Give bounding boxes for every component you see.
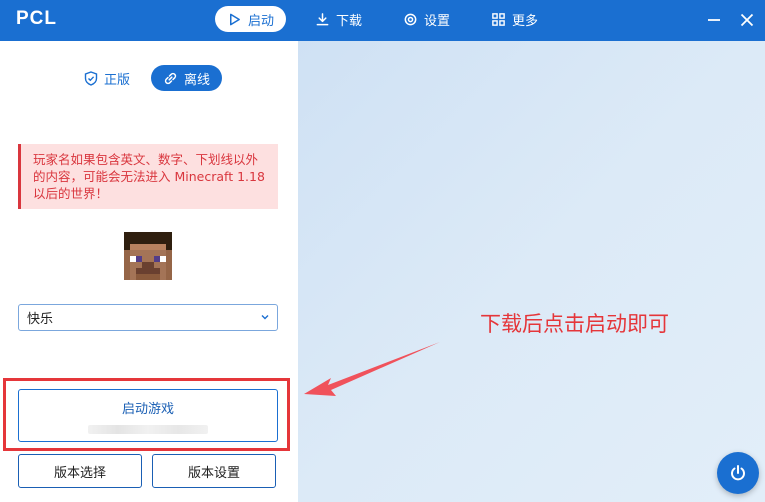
player-avatar	[124, 232, 172, 280]
close-button[interactable]	[737, 10, 757, 30]
tab-offline-label: 离线	[184, 72, 211, 88]
launch-sidebar: 正版 离线 玩家名如果包含英文、数字、下划线以外的内容，可能会无法进入 Mine…	[0, 41, 298, 502]
play-icon	[230, 13, 240, 25]
launch-version-redacted	[88, 424, 208, 434]
download-icon	[316, 12, 329, 25]
power-button[interactable]	[717, 452, 759, 494]
nav-launch[interactable]: 启动	[215, 6, 287, 32]
nav-settings-label: 设置	[424, 13, 451, 29]
annotation-arrow	[304, 342, 440, 396]
tab-official-label: 正版	[104, 72, 131, 88]
chevron-down-icon	[261, 315, 269, 320]
gear-icon	[404, 13, 417, 25]
nav-download[interactable]: 下载	[303, 6, 374, 32]
shield-icon	[84, 70, 98, 86]
minimize-button[interactable]	[704, 10, 724, 30]
nav-download-label: 下载	[336, 13, 363, 29]
launch-game-button[interactable]: 启动游戏	[18, 389, 278, 442]
player-name-value: 快乐	[27, 312, 54, 327]
nav-more[interactable]: 更多	[479, 6, 550, 32]
nav-more-label: 更多	[512, 13, 539, 29]
version-settings-button[interactable]: 版本设置	[152, 454, 276, 488]
minimize-icon	[708, 19, 720, 21]
close-icon	[740, 13, 754, 27]
tab-offline[interactable]: 离线	[151, 65, 223, 91]
power-icon	[731, 465, 745, 481]
tab-official[interactable]: 正版	[72, 65, 142, 91]
title-bar: PCL 启动 下载 设置 更多	[0, 0, 765, 41]
app-logo: PCL	[16, 8, 57, 29]
nav-launch-label: 启动	[248, 13, 275, 29]
link-icon	[164, 72, 177, 84]
warning-hint: 玩家名如果包含英文、数字、下划线以外的内容，可能会无法进入 Minecraft …	[18, 144, 278, 209]
grid-icon	[492, 12, 505, 26]
version-select-button[interactable]: 版本选择	[18, 454, 142, 488]
main-content-area	[298, 41, 765, 502]
annotation-text: 下载后点击启动即可	[480, 312, 669, 336]
launch-game-label: 启动游戏	[121, 401, 174, 417]
player-name-select[interactable]: 快乐	[18, 304, 278, 331]
nav-settings[interactable]: 设置	[391, 6, 462, 32]
warning-text: 玩家名如果包含英文、数字、下划线以外的内容，可能会无法进入 Minecraft …	[33, 152, 265, 201]
